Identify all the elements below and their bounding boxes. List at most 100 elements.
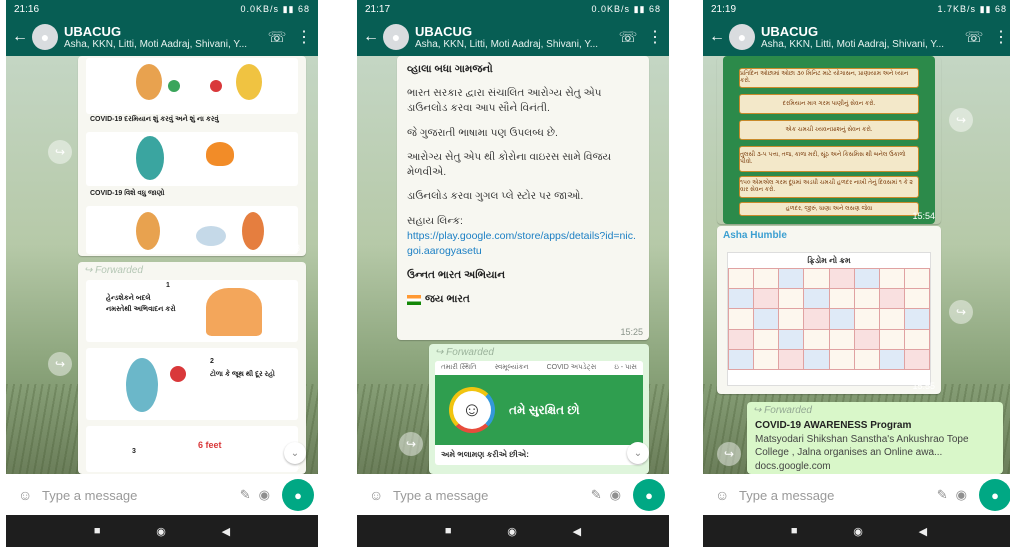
infographic-panel — [86, 58, 298, 114]
message-time: 15:23 — [277, 243, 300, 253]
more-vert-icon[interactable]: ⋮ — [647, 27, 663, 47]
android-nav-bar: ■ ◉ ◀ — [703, 515, 1010, 547]
signal-icon: ▮▮ — [633, 3, 646, 14]
group-avatar[interactable]: ● — [383, 24, 409, 50]
message-input[interactable] — [739, 487, 929, 503]
mic-icon[interactable]: ● — [282, 479, 314, 511]
attach-icon[interactable]: ✎ — [240, 487, 251, 503]
link-domain: docs.google.com — [755, 460, 831, 472]
back-arrow-icon[interactable]: ← — [12, 28, 28, 46]
emoji-icon[interactable]: ☺ — [18, 487, 36, 503]
image-message[interactable]: Asha Humble ફ્રિડોમ નો ક્રમ 15:55 — [717, 226, 941, 394]
share-forward-icon[interactable]: ↪ — [949, 300, 973, 324]
text-message[interactable]: વ્હાલા બધા ગામજનો ભારત સરકાર દ્વારા સંચા… — [397, 56, 649, 340]
cross-icon — [170, 366, 186, 382]
emoji-icon[interactable]: ☺ — [715, 487, 733, 503]
camera-icon[interactable]: ◉ — [610, 487, 621, 503]
chat-header: ← ● UBACUG Asha, KKN, Litti, Moti Aadraj… — [357, 18, 669, 56]
add-call-icon[interactable]: ☏ — [617, 28, 639, 46]
image-message[interactable]: ↪ Forwarded 1 હેન્ડશેકને બદલે નમસ્તેથી અ… — [78, 262, 306, 474]
chat-title-block[interactable]: UBACUG Asha, KKN, Litti, Moti Aadraj, Sh… — [761, 24, 957, 50]
scroll-down-icon[interactable]: ⌄ — [284, 442, 306, 464]
user-status-icon: ☺ — [449, 387, 495, 433]
recents-icon[interactable]: ■ — [94, 525, 101, 537]
camera-icon[interactable]: ◉ — [956, 487, 967, 503]
attach-icon[interactable]: ✎ — [937, 487, 948, 503]
infographic-panel: 3 6 feet — [86, 426, 298, 472]
message-paragraph: આરોગ્ય સેતુ એપ થી કોરોના વાઇરસ સામે વિજય… — [407, 150, 612, 179]
message-input-pill: ☺ ✎ ◉ — [361, 479, 629, 511]
add-call-icon[interactable]: ☏ — [963, 28, 985, 46]
signal-icon: ▮▮ — [282, 3, 295, 14]
back-nav-icon[interactable]: ◀ — [573, 525, 581, 538]
emoji-icon[interactable]: ☺ — [369, 487, 387, 503]
home-icon[interactable]: ◉ — [507, 525, 517, 538]
more-vert-icon[interactable]: ⋮ — [993, 27, 1009, 47]
calendar-title: ફ્રિડોમ નો ક્રમ — [807, 256, 851, 265]
message-paragraph: ભારત સરકાર દ્વારા સંચાલિત આરોગ્ય સેતુ એપ… — [407, 87, 602, 115]
signal-icon: ▮▮ — [979, 3, 992, 14]
recommendation-heading: અમે ભલામણ કરીએ છીએ: — [441, 450, 529, 459]
mic-icon[interactable]: ● — [979, 479, 1010, 511]
status-bar: 21:16 0.0KB/s ▮▮ 68 — [6, 0, 318, 18]
chat-area[interactable]: પ્રતિદિન ઓછામાં ઓછા ૩૦ મિનિટ માટે યોગાસન… — [703, 56, 1010, 474]
app-tabs: તમારી સ્થિતિ સ્વમૂલ્યાંકન COVID અપડેટ્સ … — [435, 361, 643, 375]
group-members: Asha, KKN, Litti, Moti Aadraj, Shivani, … — [64, 39, 248, 50]
more-vert-icon[interactable]: ⋮ — [296, 27, 312, 47]
group-name: UBACUG — [64, 24, 122, 39]
compose-bar: ☺ ✎ ◉ ● — [6, 476, 318, 514]
network-speed: 1.7KB/s — [937, 3, 977, 14]
india-flag-icon — [407, 294, 421, 305]
group-members: Asha, KKN, Litti, Moti Aadraj, Shivani, … — [415, 39, 599, 50]
share-forward-icon[interactable]: ↪ — [399, 432, 423, 456]
image-caption: COVID-19 વિશે વધુ જાણો — [90, 190, 165, 197]
link-title[interactable]: COVID-19 AWARENESS Program — [755, 419, 995, 433]
status-time: 21:19 — [711, 3, 737, 15]
back-arrow-icon[interactable]: ← — [709, 28, 725, 46]
activity-calendar: ફ્રિડોમ નો ક્રમ — [727, 252, 931, 386]
message-paragraph: જે ગુજરાતી ભાષામા પણ ઉપલબ્ધ છે. — [407, 126, 558, 139]
app-screenshot: તમારી સ્થિતિ સ્વમૂલ્યાંકન COVID અપડેટ્સ … — [435, 361, 643, 465]
status-bar: 21:17 0.0KB/s ▮▮ 68 — [357, 0, 669, 18]
link-description: Matsyodari Shikshan Sanstha's Ankushrao … — [755, 433, 969, 459]
share-forward-icon[interactable]: ↪ — [48, 140, 72, 164]
group-avatar[interactable]: ● — [729, 24, 755, 50]
message-input[interactable] — [393, 487, 583, 503]
recents-icon[interactable]: ■ — [791, 525, 798, 537]
chat-area[interactable]: વ્હાલા બધા ગામજનો ભારત સરકાર દ્વારા સંચા… — [357, 56, 669, 474]
add-call-icon[interactable]: ☏ — [266, 28, 288, 46]
heart-icon — [206, 142, 234, 166]
share-forward-icon[interactable]: ↪ — [48, 352, 72, 376]
attach-icon[interactable]: ✎ — [591, 487, 602, 503]
back-nav-icon[interactable]: ◀ — [222, 525, 230, 538]
camera-icon[interactable]: ◉ — [259, 487, 270, 503]
message-input-pill: ☺ ✎ ◉ — [10, 479, 278, 511]
play-store-link[interactable]: https://play.google.com/store/apps/detai… — [407, 229, 639, 259]
message-time: 15:25 — [620, 327, 643, 337]
link-message[interactable]: ↪ Forwarded COVID-19 AWARENESS Program M… — [747, 402, 1003, 474]
message-input[interactable] — [42, 487, 232, 503]
mic-icon[interactable]: ● — [633, 479, 665, 511]
recents-icon[interactable]: ■ — [445, 525, 452, 537]
image-message[interactable]: પ્રતિદિન ઓછામાં ઓછા ૩૦ મિનિટ માટે યોગાસન… — [717, 56, 941, 224]
ayush-poster: પ્રતિદિન ઓછામાં ઓછા ૩૦ મિનિટ માટે યોગાસન… — [723, 56, 935, 224]
home-icon[interactable]: ◉ — [156, 525, 166, 538]
forwarded-label: ↪ Forwarded — [435, 347, 494, 358]
infographic-panel — [86, 206, 298, 254]
message-paragraph: ડાઉનલોડ કરવા ગુગલ પ્લે સ્ટોર પર જાઓ. — [407, 190, 584, 203]
jay-bharat: જય ભારત — [425, 293, 470, 306]
home-icon[interactable]: ◉ — [853, 525, 863, 538]
back-nav-icon[interactable]: ◀ — [919, 525, 927, 538]
back-arrow-icon[interactable]: ← — [363, 28, 379, 46]
chat-title-block[interactable]: UBACUG Asha, KKN, Litti, Moti Aadraj, Sh… — [64, 24, 260, 50]
group-avatar[interactable]: ● — [32, 24, 58, 50]
forwarded-label: ↪ Forwarded — [84, 265, 143, 276]
image-message[interactable]: ↪ Forwarded તમારી સ્થિતિ સ્વમૂલ્યાંકન CO… — [429, 344, 649, 474]
share-forward-icon[interactable]: ↪ — [717, 442, 741, 466]
scroll-down-icon[interactable]: ⌄ — [627, 442, 649, 464]
chat-area[interactable]: COVID-19 દરમિયાન શું કરવું અને શું ના કર… — [6, 56, 318, 474]
share-forward-icon[interactable]: ↪ — [949, 108, 973, 132]
chat-title-block[interactable]: UBACUG Asha, KKN, Litti, Moti Aadraj, Sh… — [415, 24, 611, 50]
compose-bar: ☺ ✎ ◉ ● — [703, 476, 1010, 514]
image-message[interactable]: COVID-19 દરમિયાન શું કરવું અને શું ના કર… — [78, 56, 306, 256]
